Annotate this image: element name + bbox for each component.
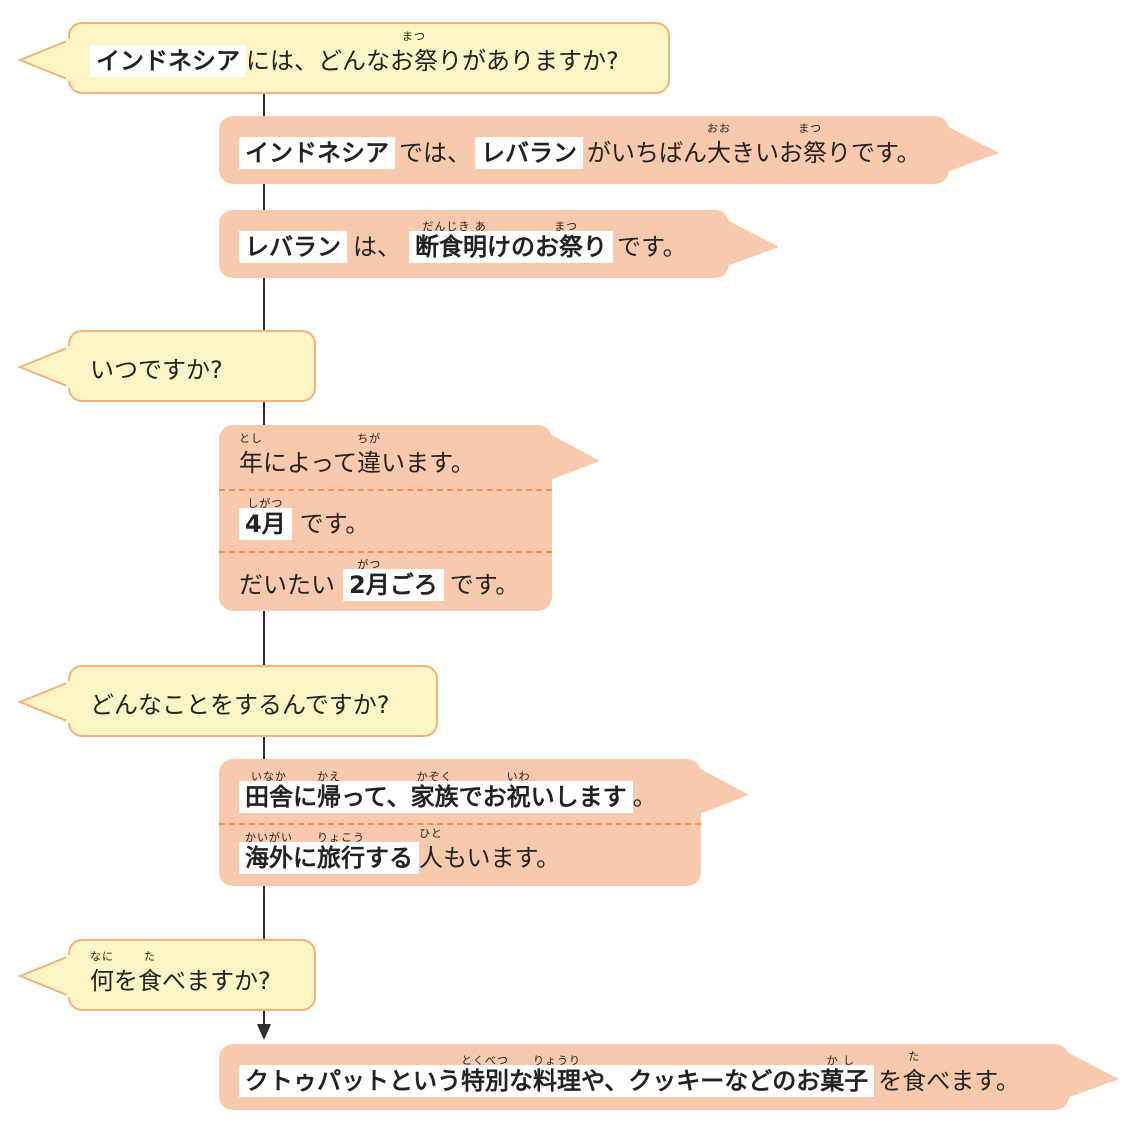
answer-tail-3 bbox=[550, 434, 600, 480]
divider bbox=[219, 823, 701, 825]
flow-arrowhead bbox=[257, 1024, 271, 1040]
question-tail-3 bbox=[17, 679, 73, 725]
divider bbox=[219, 489, 552, 491]
answer-tail-4 bbox=[699, 768, 749, 814]
answer-tail-2 bbox=[727, 220, 779, 266]
question-tail-4 bbox=[17, 953, 73, 999]
keyword-indonesia: インドネシア bbox=[90, 45, 246, 77]
question-tail-2 bbox=[17, 344, 73, 390]
answer-tail-5 bbox=[1067, 1052, 1119, 1098]
divider bbox=[219, 551, 552, 553]
answer-tail-1 bbox=[947, 126, 999, 172]
question-tail-1 bbox=[17, 37, 73, 83]
